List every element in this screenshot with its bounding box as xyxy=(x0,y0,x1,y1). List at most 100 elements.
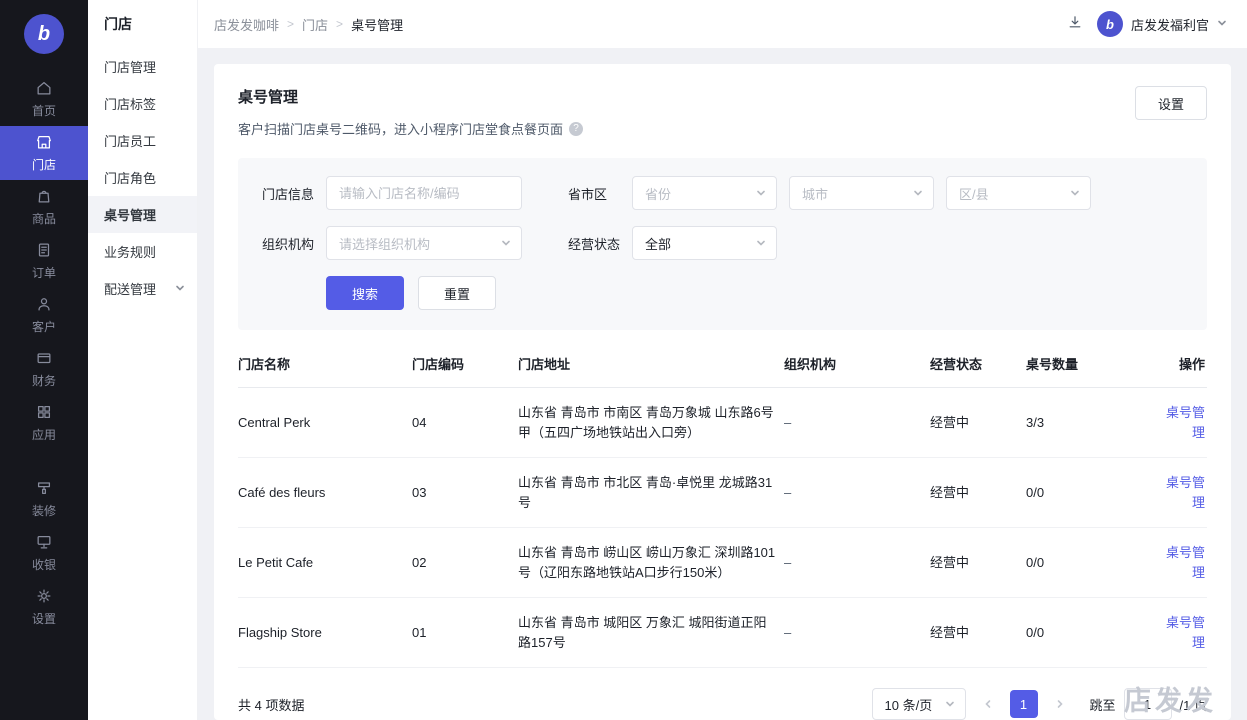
page-size-select[interactable]: 10 条/页 xyxy=(871,688,966,720)
chevron-down-icon xyxy=(175,281,185,296)
sidebar-item-label: 收银 xyxy=(31,558,56,572)
page-subtitle: 客户扫描门店桌号二维码，进入小程序门店堂食点餐页面 ? xyxy=(238,119,584,138)
chevron-down-icon xyxy=(1070,186,1080,201)
status-label: 经营状态 xyxy=(568,236,621,252)
chevron-down-icon xyxy=(501,236,511,251)
bag-icon xyxy=(35,187,53,205)
breadcrumb-separator: > xyxy=(287,17,295,31)
store-info-label: 门店信息 xyxy=(262,186,315,202)
grid-icon xyxy=(35,403,53,421)
breadcrumb-item-brand[interactable]: 店发发咖啡 xyxy=(214,15,279,34)
table-footer: 共 4 项数据 10 条/页 1 跳至 /1 页 xyxy=(214,668,1231,720)
sidebar-item-orders[interactable]: 订单 xyxy=(0,234,88,288)
sidebar-item-home[interactable]: 首页 xyxy=(0,72,88,126)
cell-name: Central Perk xyxy=(238,414,311,430)
status-select[interactable]: 全部 xyxy=(632,226,777,260)
sidebar-item-apps[interactable]: 应用 xyxy=(0,396,88,450)
sidebar-item-cashier[interactable]: 收银 xyxy=(0,526,88,580)
filter-row-2: 组织机构 请选择组织机构 经营状态 全部 xyxy=(262,226,1183,260)
reset-button[interactable]: 重置 xyxy=(418,276,496,310)
col-table-count: 桌号数量 xyxy=(1026,357,1079,372)
cell-name: Café des fleurs xyxy=(238,484,326,500)
sidebar-item-settings[interactable]: 设置 xyxy=(0,580,88,634)
sidebar-item-store[interactable]: 门店 xyxy=(0,126,88,180)
table-manage-link[interactable]: 桌号管理 xyxy=(1166,545,1205,580)
cell-code: 01 xyxy=(412,624,427,640)
avatar: b xyxy=(1096,11,1123,37)
cell-org: – xyxy=(784,624,792,640)
submenu-item-business-rules[interactable]: 业务规则 xyxy=(88,233,197,270)
col-store-address: 门店地址 xyxy=(518,357,571,372)
province-select[interactable]: 省份 xyxy=(632,176,777,210)
cell-status: 经营中 xyxy=(930,554,970,570)
cell-name: Flagship Store xyxy=(238,624,322,640)
settings-button[interactable]: 设置 xyxy=(1134,86,1207,120)
sidebar-item-label: 订单 xyxy=(31,266,56,280)
store-icon xyxy=(35,133,53,151)
submenu-item-delivery-management[interactable]: 配送管理 xyxy=(88,270,197,307)
chevron-down-icon xyxy=(1217,15,1227,33)
logo-wrap: b xyxy=(0,0,88,72)
cell-address: 山东省 青岛市 市北区 青岛·卓悦里 龙城路31号 xyxy=(518,475,773,510)
next-page-button[interactable] xyxy=(1046,690,1074,718)
secondary-sidebar: 门店 门店管理 门店标签 门店员工 门店角色 桌号管理 业务规则 配送管理 xyxy=(88,0,198,720)
city-select[interactable]: 城市 xyxy=(789,176,934,210)
cell-address: 山东省 青岛市 城阳区 万象汇 城阳街道正阳路157号 xyxy=(518,615,767,650)
filter-actions: 搜索 重置 xyxy=(326,276,1183,310)
chevron-down-icon xyxy=(756,186,766,201)
col-status: 经营状态 xyxy=(930,357,983,372)
district-select[interactable]: 区/县 xyxy=(946,176,1091,210)
sidebar-item-decorate[interactable]: 装修 xyxy=(0,472,88,526)
info-icon[interactable]: ? xyxy=(569,121,584,136)
app-logo[interactable]: b xyxy=(24,14,64,54)
chevron-down-icon xyxy=(945,697,955,712)
primary-sidebar: b 首页 门店 商品 订单 客户 财务 应用 装修 收银 设置 xyxy=(0,0,88,720)
submenu-item-store-management[interactable]: 门店管理 xyxy=(88,48,197,85)
table-manage-link[interactable]: 桌号管理 xyxy=(1166,475,1205,510)
cell-action: 桌号管理 xyxy=(1158,388,1207,457)
submenu-item-store-staff[interactable]: 门店员工 xyxy=(88,122,197,159)
sidebar-item-goods[interactable]: 商品 xyxy=(0,180,88,234)
col-store-name: 门店名称 xyxy=(238,357,291,372)
sidebar-item-label: 客户 xyxy=(31,320,56,334)
user-name: 店发发福利官 xyxy=(1130,17,1209,33)
sidebar-item-finance[interactable]: 财务 xyxy=(0,342,88,396)
cell-status: 经营中 xyxy=(930,624,970,640)
org-label: 组织机构 xyxy=(262,236,315,252)
download-icon[interactable] xyxy=(1067,14,1083,35)
cell-status: 经营中 xyxy=(930,414,970,430)
document-icon xyxy=(35,241,53,259)
page-number-active[interactable]: 1 xyxy=(1009,690,1038,718)
chevron-down-icon xyxy=(913,186,923,201)
breadcrumb-item-store[interactable]: 门店 xyxy=(302,15,328,34)
submenu-item-table-management[interactable]: 桌号管理 xyxy=(88,196,197,233)
org-select[interactable]: 请选择组织机构 xyxy=(326,226,522,260)
cell-code: 03 xyxy=(412,484,427,500)
cell-org: – xyxy=(784,414,792,430)
cell-count: 0/0 xyxy=(1026,484,1045,500)
cell-count: 0/0 xyxy=(1026,624,1045,640)
sidebar-item-label: 设置 xyxy=(31,612,56,626)
cell-org: – xyxy=(784,554,792,570)
sidebar-item-label: 财务 xyxy=(31,374,56,388)
paint-roller-icon xyxy=(35,479,53,497)
cell-code: 02 xyxy=(412,554,427,570)
store-table: 门店名称 门店编码 门店地址 组织机构 经营状态 桌号数量 操作 Central… xyxy=(238,340,1207,668)
table-manage-link[interactable]: 桌号管理 xyxy=(1166,405,1205,440)
sidebar-item-label: 应用 xyxy=(31,428,56,442)
cell-action: 桌号管理 xyxy=(1158,458,1207,527)
cell-action: 桌号管理 xyxy=(1158,528,1207,597)
sidebar-item-customers[interactable]: 客户 xyxy=(0,288,88,342)
cell-address: 山东省 青岛市 崂山区 崂山万象汇 深圳路101号（辽阳东路地铁站A口步行150… xyxy=(518,545,776,580)
table-row: Central Perk 04 山东省 青岛市 市南区 青岛万象城 山东路6号甲… xyxy=(238,388,1207,458)
topbar-right: b 店发发福利官 xyxy=(1067,11,1227,37)
store-search-input[interactable] xyxy=(326,176,522,210)
table-manage-link[interactable]: 桌号管理 xyxy=(1166,615,1205,650)
sidebar-group-divider xyxy=(0,450,88,472)
user-menu[interactable]: b 店发发福利官 xyxy=(1096,11,1227,37)
submenu-item-store-roles[interactable]: 门店角色 xyxy=(88,159,197,196)
sidebar-item-label: 首页 xyxy=(31,104,56,118)
prev-page-button[interactable] xyxy=(974,690,1002,718)
search-button[interactable]: 搜索 xyxy=(326,276,404,310)
submenu-item-store-tags[interactable]: 门店标签 xyxy=(88,85,197,122)
